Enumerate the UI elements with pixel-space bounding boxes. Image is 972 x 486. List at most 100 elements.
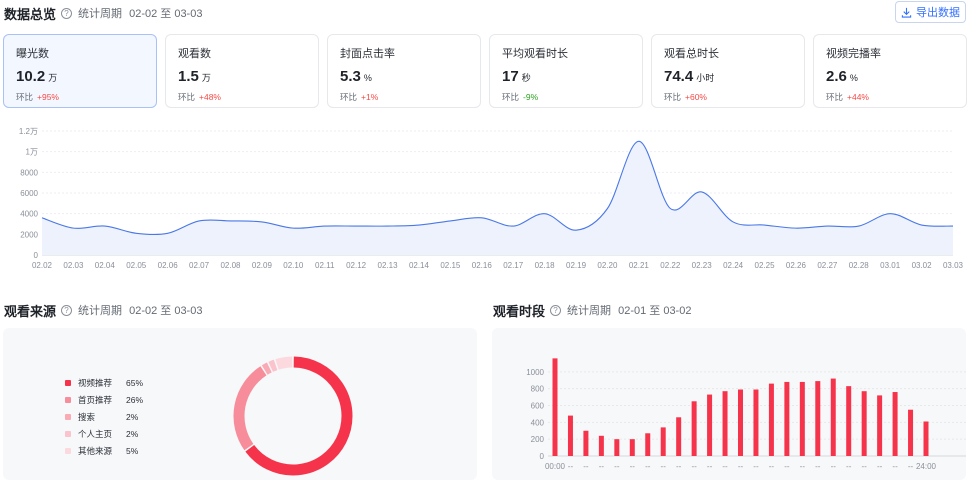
change-label: 环比: [826, 92, 844, 102]
overview-header: 数据总览 ? 统计周期 02-02 至 03-03: [4, 4, 202, 22]
y-tick-label: 1000: [526, 368, 544, 377]
pie-slice: [245, 356, 353, 476]
source-panel: 视频推荐 65% 首页推荐 26% 搜索 2% 个人主页 2% 其他来源 5%: [3, 328, 477, 480]
bar: [892, 392, 898, 456]
bar: [691, 401, 697, 456]
pie-slice: [268, 359, 278, 372]
legend-value: 2%: [126, 428, 139, 439]
x-tick-label: 02.22: [660, 261, 681, 270]
metric-number: 5.3: [340, 68, 361, 85]
x-tick-label: 02.12: [346, 261, 367, 270]
x-tick-label: 02.09: [252, 261, 273, 270]
change-value: +1%: [361, 92, 379, 102]
legend-swatch: [65, 396, 71, 403]
x-tick-label: --: [753, 462, 759, 471]
x-tick-label: 02.14: [409, 261, 430, 270]
metric-change: 环比 -9%: [502, 91, 630, 103]
y-tick-label: 800: [531, 385, 545, 394]
change-label: 环比: [340, 92, 358, 102]
x-tick-label: 03.02: [912, 261, 933, 270]
x-tick-label: --: [676, 462, 682, 471]
source-title: 观看来源: [4, 303, 57, 319]
metric-card[interactable]: 平均观看时长 17 秒环比 -9%: [489, 34, 643, 108]
bar: [784, 381, 790, 456]
x-tick-label: --: [800, 462, 806, 471]
period-range: 02-02 至 03-03: [129, 305, 203, 317]
metric-card[interactable]: 封面点击率 5.3% 环比 +1%: [327, 34, 481, 108]
export-label: 导出数据: [916, 7, 960, 19]
export-data-button[interactable]: 导出数据: [895, 1, 966, 23]
x-tick-label: 02.07: [189, 261, 210, 270]
source-legend: 视频推荐 65% 首页推荐 26% 搜索 2% 个人主页 2% 其他来源 5%: [65, 374, 143, 459]
source-donut-chart: [233, 356, 353, 476]
metric-card[interactable]: 曝光数 10.2 万环比 +95%: [3, 34, 157, 108]
change-label: 环比: [664, 92, 682, 102]
x-tick-label: 02.04: [95, 261, 116, 270]
legend-item[interactable]: 搜索 2%: [65, 408, 143, 425]
x-tick-label: --: [722, 462, 728, 471]
exposure-trend-chart: 0 2000 4000 6000 8000 1万 1.2万 02.02 02.03 02.04 02…: [19, 127, 964, 270]
x-tick-label: 02.19: [566, 261, 587, 270]
metric-card[interactable]: 观看数 1.5 万环比 +48%: [165, 34, 319, 108]
x-tick-label: 02.25: [755, 261, 776, 270]
bar: [629, 439, 635, 456]
metric-number: 2.6: [826, 68, 847, 85]
metric-card[interactable]: 观看总时长 74.4 小时 环比 +60%: [651, 34, 805, 108]
metric-value: 1.5 万: [178, 68, 306, 85]
period-range: 02-02 至 03-03: [129, 8, 203, 20]
legend-item[interactable]: 个人主页 2%: [65, 425, 143, 442]
pie-slice: [275, 356, 293, 370]
x-tick-label: --: [831, 462, 837, 471]
metric-unit: 万: [201, 73, 211, 83]
legend-item[interactable]: 首页推荐 26%: [65, 391, 143, 408]
x-tick-label: --: [583, 462, 589, 471]
legend-item[interactable]: 视频推荐 65%: [65, 374, 143, 391]
help-icon[interactable]: ?: [61, 7, 73, 19]
bar: [567, 415, 573, 456]
x-tick-label: 03.01: [880, 261, 901, 270]
period-range: 02-01 至 03-02: [618, 305, 692, 317]
x-tick-label: --: [691, 462, 697, 471]
metric-change: 环比 +44%: [826, 91, 954, 103]
help-icon[interactable]: ?: [61, 304, 73, 316]
bar: [614, 439, 620, 456]
x-tick-label: 02.21: [629, 261, 650, 270]
legend-value: 26%: [126, 394, 144, 405]
bar: [583, 430, 589, 456]
x-tick-label: --: [908, 462, 914, 471]
metric-card[interactable]: 视频完播率 2.6% 环比 +44%: [813, 34, 967, 108]
change-label: 环比: [16, 92, 34, 102]
metric-number: 10.2: [16, 68, 46, 85]
bar: [799, 381, 805, 456]
legend-value: 2%: [126, 411, 139, 422]
change-value: +44%: [847, 92, 869, 102]
y-tick-label: 0: [34, 251, 39, 260]
x-tick-label: --: [661, 462, 667, 471]
pie-slice: [233, 366, 267, 451]
legend-item[interactable]: 其他来源 5%: [65, 442, 143, 459]
x-tick-label: 02.28: [849, 261, 870, 270]
metric-label: 平均观看时长: [502, 48, 568, 60]
legend-name: 首页推荐: [78, 394, 113, 405]
metric-value: 74.4 小时: [664, 68, 792, 85]
legend-value: 65%: [126, 377, 144, 388]
metric-change: 环比 +95%: [16, 91, 144, 103]
x-tick-label: --: [892, 462, 898, 471]
pie-slice: [261, 362, 272, 375]
x-tick-label: 02.26: [786, 261, 807, 270]
x-tick-label: 02.08: [220, 261, 241, 270]
x-tick-label: --: [630, 462, 636, 471]
bar: [815, 381, 821, 456]
metric-change: 环比 +60%: [664, 91, 792, 103]
time-header: 观看时段 ? 统计周期 02-01 至 03-02: [493, 302, 692, 319]
metric-value: 2.6%: [826, 68, 954, 85]
metric-label: 封面点击率: [340, 48, 395, 60]
bar: [707, 394, 713, 456]
area-fill: [42, 141, 953, 255]
help-icon[interactable]: ?: [550, 304, 562, 316]
x-tick-label: 02.13: [378, 261, 399, 270]
x-tick-label: --: [599, 462, 605, 471]
legend-swatch: [65, 379, 71, 386]
x-tick-label: 02.02: [32, 261, 53, 270]
x-tick-label: 02.11: [315, 261, 335, 270]
